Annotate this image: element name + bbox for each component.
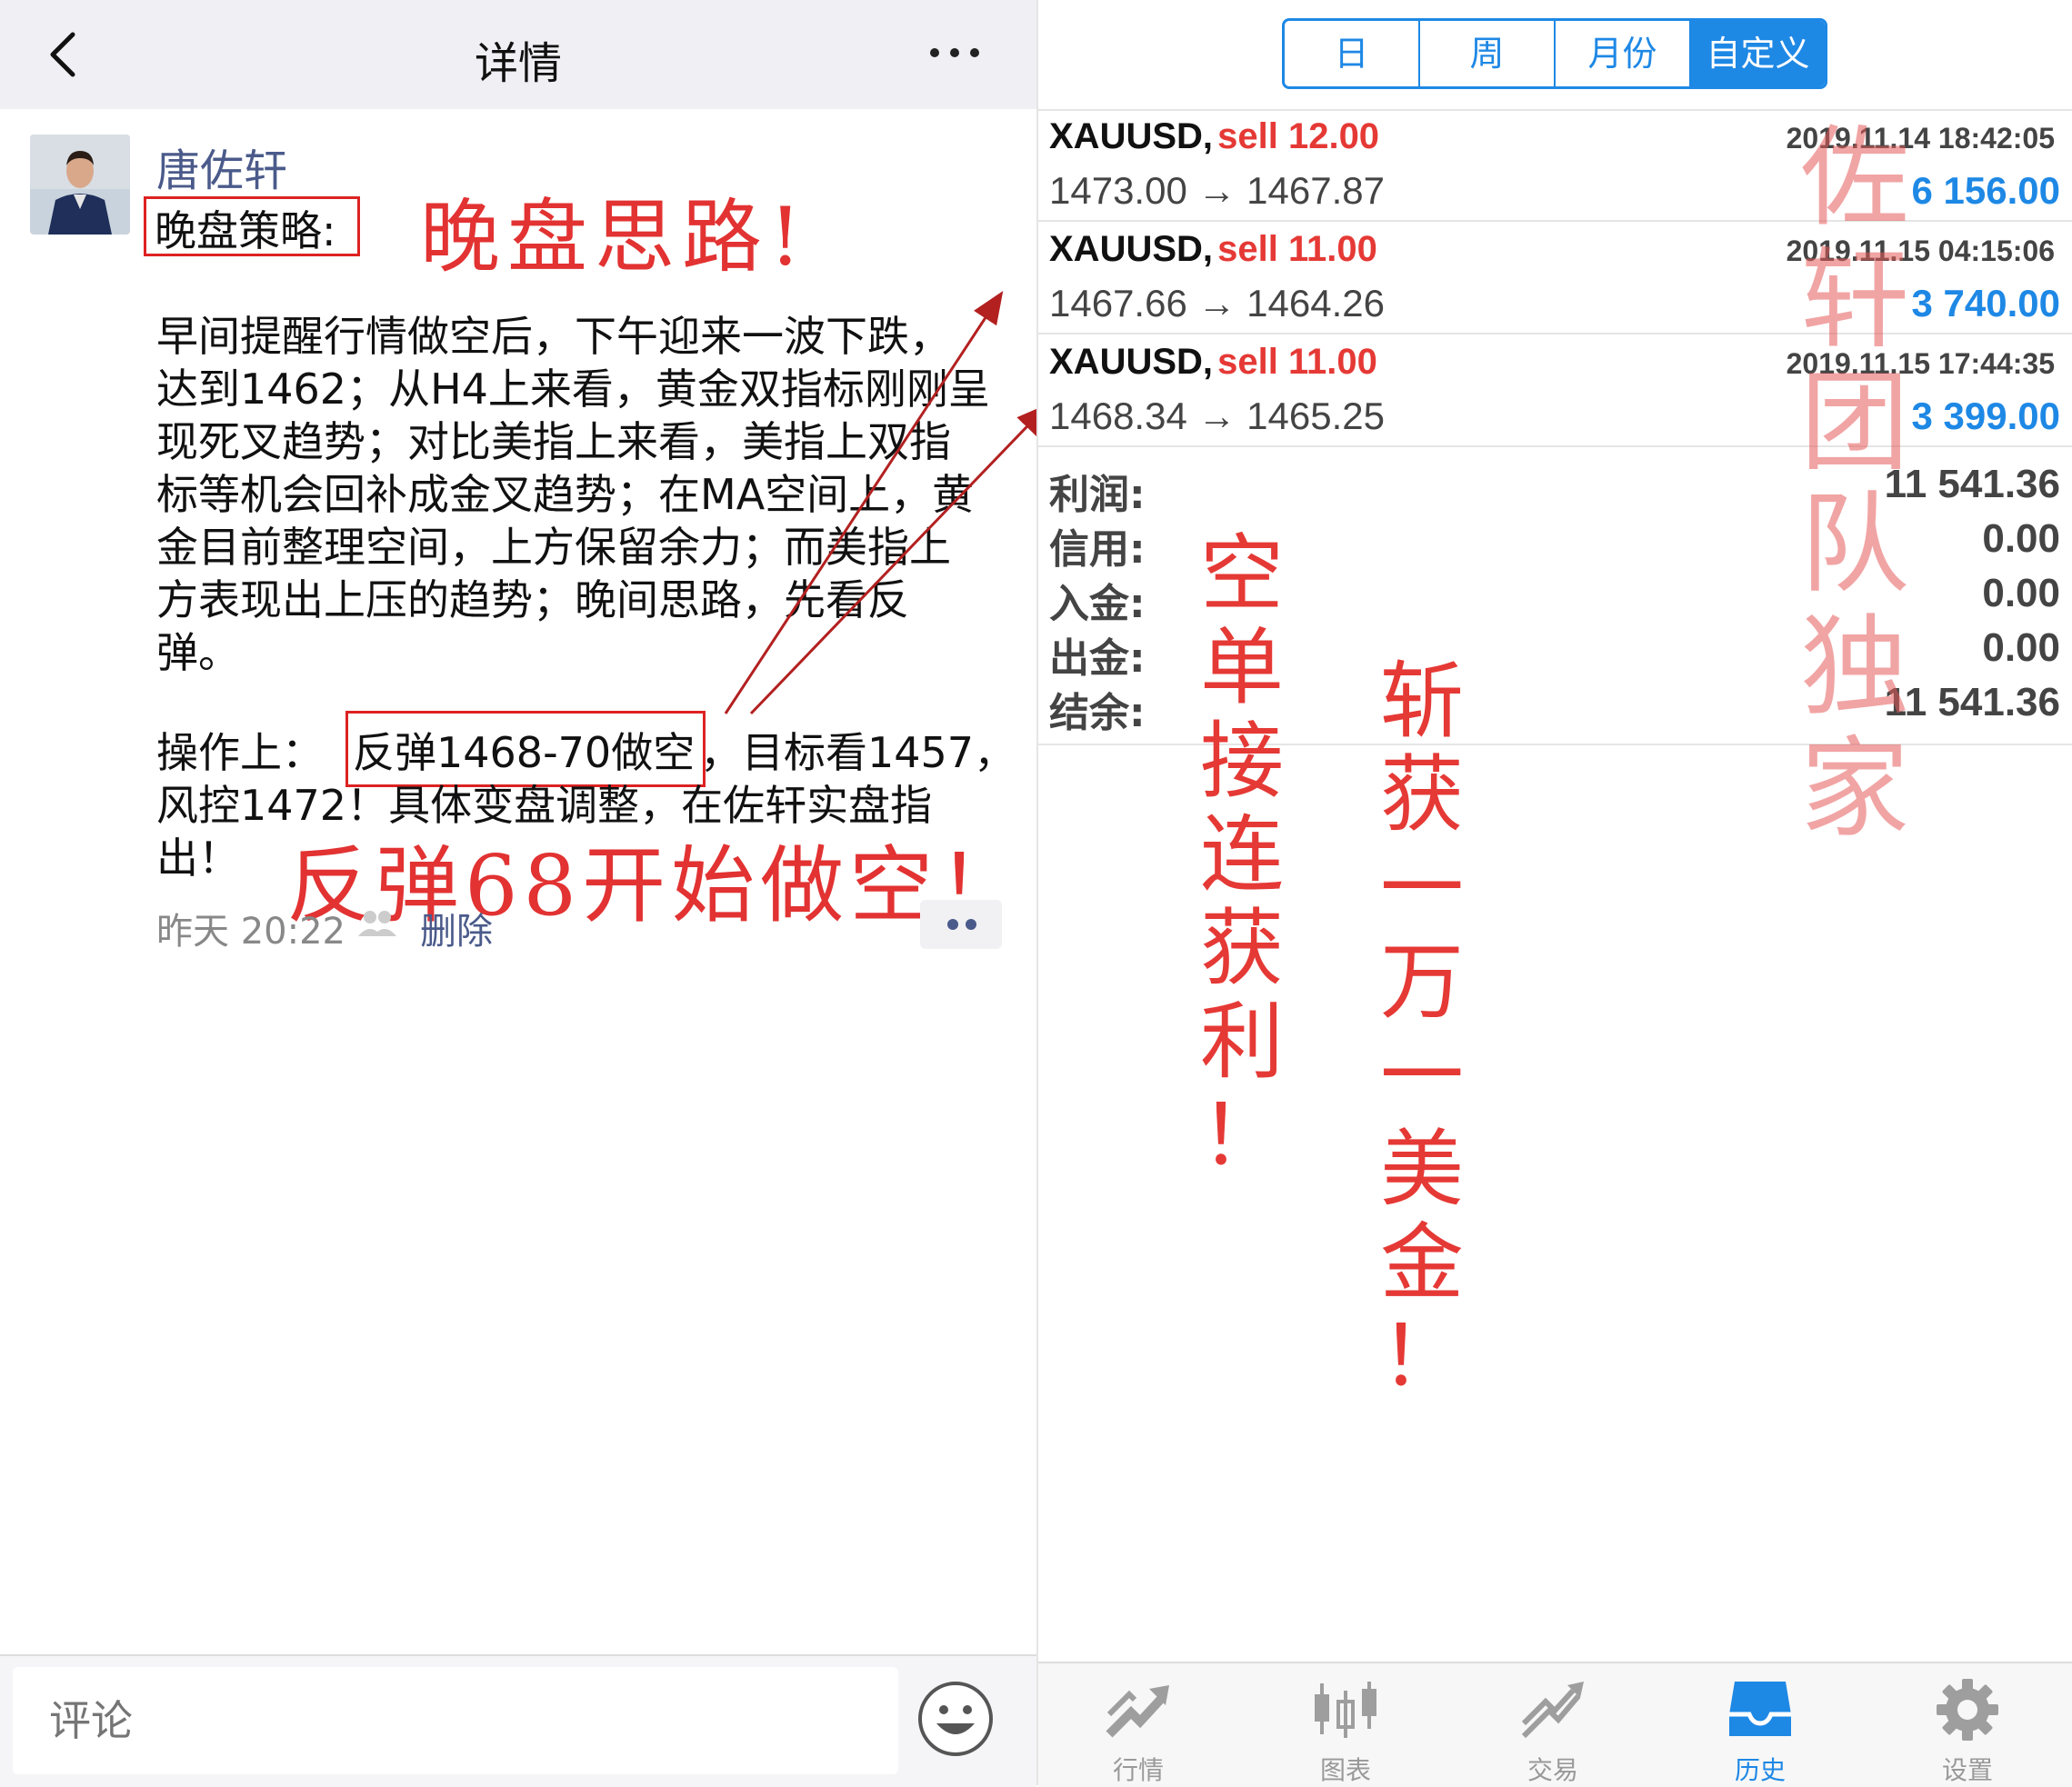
summary-label-withdrawal: 出金: [1049, 635, 1146, 682]
quotes-icon [1106, 1685, 1169, 1738]
tab-settings[interactable]: 设置 [1877, 1678, 2058, 1787]
annotation-arrows [724, 290, 1036, 715]
tab-history[interactable]: 历史 [1669, 1678, 1851, 1787]
segment-week[interactable]: 周 [1420, 21, 1556, 86]
tab-label: 设置 [1941, 1755, 1993, 1785]
separator [1038, 109, 2072, 111]
summary-label-balance: 结余: [1049, 690, 1146, 736]
chart-icon [1315, 1682, 1376, 1738]
comment-input[interactable] [13, 1667, 898, 1774]
emoji-icon[interactable] [916, 1680, 995, 1758]
segment-custom[interactable]: 自定义 [1691, 21, 1825, 86]
deal-symbol: XAUUSD, [1049, 229, 1214, 269]
summary-label-deposit: 入金: [1049, 581, 1146, 627]
deal-prices: 1467.66 → 1464.26 [1049, 282, 1385, 324]
annotation-profits: 空单接连获利！ [1199, 525, 1284, 1185]
deal-prices: 1468.34 → 1465.25 [1049, 394, 1385, 437]
deal-row[interactable]: XAUUSD, sell 11.00 [1049, 229, 1377, 270]
tab-label: 图表 [1319, 1755, 1371, 1785]
deal-side: sell 11.00 [1217, 342, 1377, 382]
history-icon [1729, 1682, 1791, 1736]
deal-row[interactable]: XAUUSD, sell 12.00 [1049, 116, 1379, 157]
tab-label: 交易 [1526, 1755, 1578, 1785]
period-segmented-control: 日 周 月份 自定义 [1282, 18, 1827, 89]
segment-day[interactable]: 日 [1285, 21, 1420, 86]
watermark: 佐轩团队独家 [1800, 115, 1909, 853]
tab-label: 行情 [1112, 1755, 1164, 1785]
settings-icon [1937, 1679, 1998, 1741]
summary-label-credit: 信用: [1049, 526, 1146, 573]
segment-month[interactable]: 月份 [1556, 21, 1691, 86]
deal-symbol: XAUUSD, [1049, 116, 1214, 156]
deal-side: sell 11.00 [1217, 229, 1377, 269]
deal-prices: 1473.00 → 1467.87 [1049, 169, 1385, 212]
deal-side: sell 12.00 [1217, 116, 1380, 156]
tab-quotes[interactable]: 行情 [1047, 1678, 1229, 1787]
trade-icon [1521, 1682, 1584, 1739]
summary-label-profit: 利润: [1049, 472, 1146, 518]
deal-symbol: XAUUSD, [1049, 342, 1214, 382]
tab-label: 历史 [1734, 1755, 1786, 1785]
tab-chart[interactable]: 图表 [1255, 1678, 1436, 1787]
deal-row[interactable]: XAUUSD, sell 11.00 [1049, 342, 1377, 383]
tab-trade[interactable]: 交易 [1462, 1678, 1644, 1787]
annotation-earned: 斩获一万一美金！ [1379, 653, 1464, 1406]
